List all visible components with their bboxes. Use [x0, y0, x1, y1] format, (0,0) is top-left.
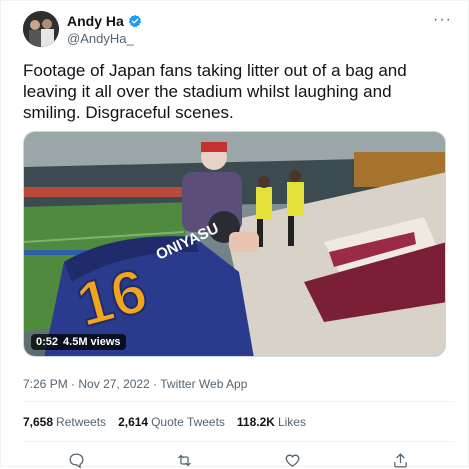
author-name[interactable]: Andy Ha	[67, 12, 124, 30]
retweets-stat[interactable]: 7,658 Retweets	[23, 415, 106, 429]
meta-separator: ·	[153, 377, 158, 391]
video-thumbnail: ONIYASU 16	[24, 132, 445, 356]
tweet-date[interactable]: Nov 27, 2022	[78, 377, 149, 391]
divider	[23, 401, 454, 402]
video-views: 4.5M views	[63, 336, 121, 348]
quotes-stat[interactable]: 2,614 Quote Tweets	[118, 415, 225, 429]
video-badge: 0:52 4.5M views	[31, 334, 126, 350]
verified-badge-icon	[128, 14, 142, 28]
tweet-stats: 7,658 Retweets 2,614 Quote Tweets 118.2K Li…	[23, 415, 306, 429]
video-duration: 0:52	[36, 336, 59, 348]
retweet-icon[interactable]	[176, 451, 194, 469]
tweet-source[interactable]: Twitter Web App	[160, 377, 247, 391]
reply-icon[interactable]	[68, 451, 86, 469]
tweet-meta: 7:26 PM · Nov 27, 2022 · Twitter Web App	[23, 377, 247, 391]
tweet-video[interactable]: ONIYASU 16 0:52 4.5M views	[23, 131, 446, 357]
likes-stat[interactable]: 118.2K Likes	[237, 415, 306, 429]
tweet-actions	[23, 451, 454, 469]
author-handle[interactable]: @AndyHa_	[67, 30, 142, 47]
tweet-time[interactable]: 7:26 PM	[23, 377, 68, 391]
divider	[23, 441, 454, 442]
tweet-header: Andy Ha @AndyHa_ ···	[23, 11, 454, 51]
like-icon[interactable]	[283, 451, 301, 469]
more-options-icon[interactable]: ···	[433, 12, 452, 28]
author-block[interactable]: Andy Ha @AndyHa_	[67, 12, 142, 47]
avatar[interactable]	[23, 11, 59, 47]
tweet-card: Andy Ha @AndyHa_ ··· Footage of Japan fa…	[0, 0, 469, 469]
meta-separator: ·	[71, 377, 76, 391]
share-icon[interactable]	[391, 451, 409, 469]
tweet-text: Footage of Japan fans taking litter out …	[23, 61, 407, 122]
